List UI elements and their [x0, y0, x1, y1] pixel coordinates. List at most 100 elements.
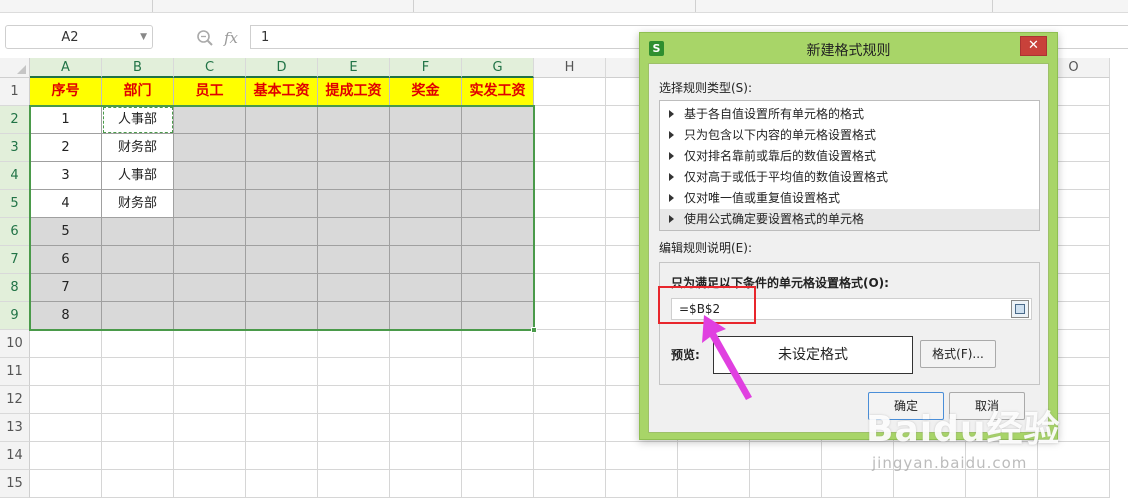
cell-c13[interactable] [174, 414, 246, 442]
cell-a14[interactable] [30, 442, 102, 470]
rule-type-item[interactable]: 基于各自值设置所有单元格的格式 [660, 104, 1039, 125]
cell-c6[interactable] [174, 218, 246, 246]
row-header-1[interactable]: 1 [0, 78, 30, 106]
cell-e9[interactable] [318, 302, 390, 330]
row-header-2[interactable]: 2 [0, 106, 30, 134]
cell-b7[interactable] [102, 246, 174, 274]
fx-icon[interactable]: fx [224, 29, 238, 47]
cancel-button[interactable]: 取消 [949, 392, 1025, 420]
cell-j14[interactable] [678, 442, 750, 470]
cell-b4[interactable]: 人事部 [102, 162, 174, 190]
cell-i15[interactable] [606, 470, 678, 498]
row-header-9[interactable]: 9 [0, 302, 30, 330]
cell-o14[interactable] [1038, 442, 1110, 470]
column-header-h[interactable]: H [534, 58, 606, 78]
cell-e11[interactable] [318, 358, 390, 386]
cell-g15[interactable] [462, 470, 534, 498]
zoom-icon[interactable] [196, 29, 214, 47]
cell-h14[interactable] [534, 442, 606, 470]
row-header-10[interactable]: 10 [0, 330, 30, 358]
cell-g9[interactable] [462, 302, 534, 330]
cell-h15[interactable] [534, 470, 606, 498]
cell-a7[interactable]: 6 [30, 246, 102, 274]
cell-m14[interactable] [894, 442, 966, 470]
cell-b14[interactable] [102, 442, 174, 470]
column-header-g[interactable]: G [462, 58, 534, 78]
row-header-15[interactable]: 15 [0, 470, 30, 498]
cell-d14[interactable] [246, 442, 318, 470]
row-header-12[interactable]: 12 [0, 386, 30, 414]
cell-h4[interactable] [534, 162, 606, 190]
cell-f6[interactable] [390, 218, 462, 246]
cell-a5[interactable]: 4 [30, 190, 102, 218]
cell-h7[interactable] [534, 246, 606, 274]
row-header-4[interactable]: 4 [0, 162, 30, 190]
select-all-corner[interactable] [0, 58, 30, 78]
cell-b12[interactable] [102, 386, 174, 414]
cell-h5[interactable] [534, 190, 606, 218]
cell-e2[interactable] [318, 106, 390, 134]
cell-k14[interactable] [750, 442, 822, 470]
cell-c7[interactable] [174, 246, 246, 274]
cell-d15[interactable] [246, 470, 318, 498]
cell-d12[interactable] [246, 386, 318, 414]
cell-b13[interactable] [102, 414, 174, 442]
cell-h11[interactable] [534, 358, 606, 386]
cell-e6[interactable] [318, 218, 390, 246]
cell-d1[interactable]: 基本工资 [246, 78, 318, 106]
range-select-button[interactable] [1011, 300, 1029, 318]
cell-f4[interactable] [390, 162, 462, 190]
cell-a8[interactable]: 7 [30, 274, 102, 302]
column-header-f[interactable]: F [390, 58, 462, 78]
cell-a12[interactable] [30, 386, 102, 414]
rule-type-item[interactable]: 仅对排名靠前或靠后的数值设置格式 [660, 146, 1039, 167]
cell-b15[interactable] [102, 470, 174, 498]
cell-b9[interactable] [102, 302, 174, 330]
cell-e8[interactable] [318, 274, 390, 302]
cell-b10[interactable] [102, 330, 174, 358]
rule-type-list[interactable]: 基于各自值设置所有单元格的格式 只为包含以下内容的单元格设置格式 仅对排名靠前或靠后… [659, 100, 1040, 231]
cell-e15[interactable] [318, 470, 390, 498]
cell-d2[interactable] [246, 106, 318, 134]
cell-f15[interactable] [390, 470, 462, 498]
cell-l14[interactable] [822, 442, 894, 470]
cell-g1[interactable]: 实发工资 [462, 78, 534, 106]
cell-b1[interactable]: 部门 [102, 78, 174, 106]
row-header-8[interactable]: 8 [0, 274, 30, 302]
cell-l15[interactable] [822, 470, 894, 498]
cell-g11[interactable] [462, 358, 534, 386]
cell-f10[interactable] [390, 330, 462, 358]
cell-f11[interactable] [390, 358, 462, 386]
cell-c5[interactable] [174, 190, 246, 218]
cell-b6[interactable] [102, 218, 174, 246]
cell-f2[interactable] [390, 106, 462, 134]
cell-d11[interactable] [246, 358, 318, 386]
cell-h10[interactable] [534, 330, 606, 358]
column-header-d[interactable]: D [246, 58, 318, 78]
cell-a2[interactable]: 1 [30, 106, 102, 134]
cell-b2[interactable]: 人事部 [102, 106, 174, 134]
cell-k15[interactable] [750, 470, 822, 498]
cell-c9[interactable] [174, 302, 246, 330]
cell-d3[interactable] [246, 134, 318, 162]
cell-e4[interactable] [318, 162, 390, 190]
rule-type-item[interactable]: 使用公式确定要设置格式的单元格 [660, 209, 1039, 230]
row-header-5[interactable]: 5 [0, 190, 30, 218]
cell-f5[interactable] [390, 190, 462, 218]
cell-c1[interactable]: 员工 [174, 78, 246, 106]
cell-g12[interactable] [462, 386, 534, 414]
cell-m15[interactable] [894, 470, 966, 498]
row-header-11[interactable]: 11 [0, 358, 30, 386]
cell-n15[interactable] [966, 470, 1038, 498]
cell-a3[interactable]: 2 [30, 134, 102, 162]
row-header-6[interactable]: 6 [0, 218, 30, 246]
cell-h6[interactable] [534, 218, 606, 246]
cell-c4[interactable] [174, 162, 246, 190]
cell-a15[interactable] [30, 470, 102, 498]
row-header-14[interactable]: 14 [0, 442, 30, 470]
cell-f1[interactable]: 奖金 [390, 78, 462, 106]
cell-e10[interactable] [318, 330, 390, 358]
cell-e1[interactable]: 提成工资 [318, 78, 390, 106]
cell-c12[interactable] [174, 386, 246, 414]
cell-h12[interactable] [534, 386, 606, 414]
